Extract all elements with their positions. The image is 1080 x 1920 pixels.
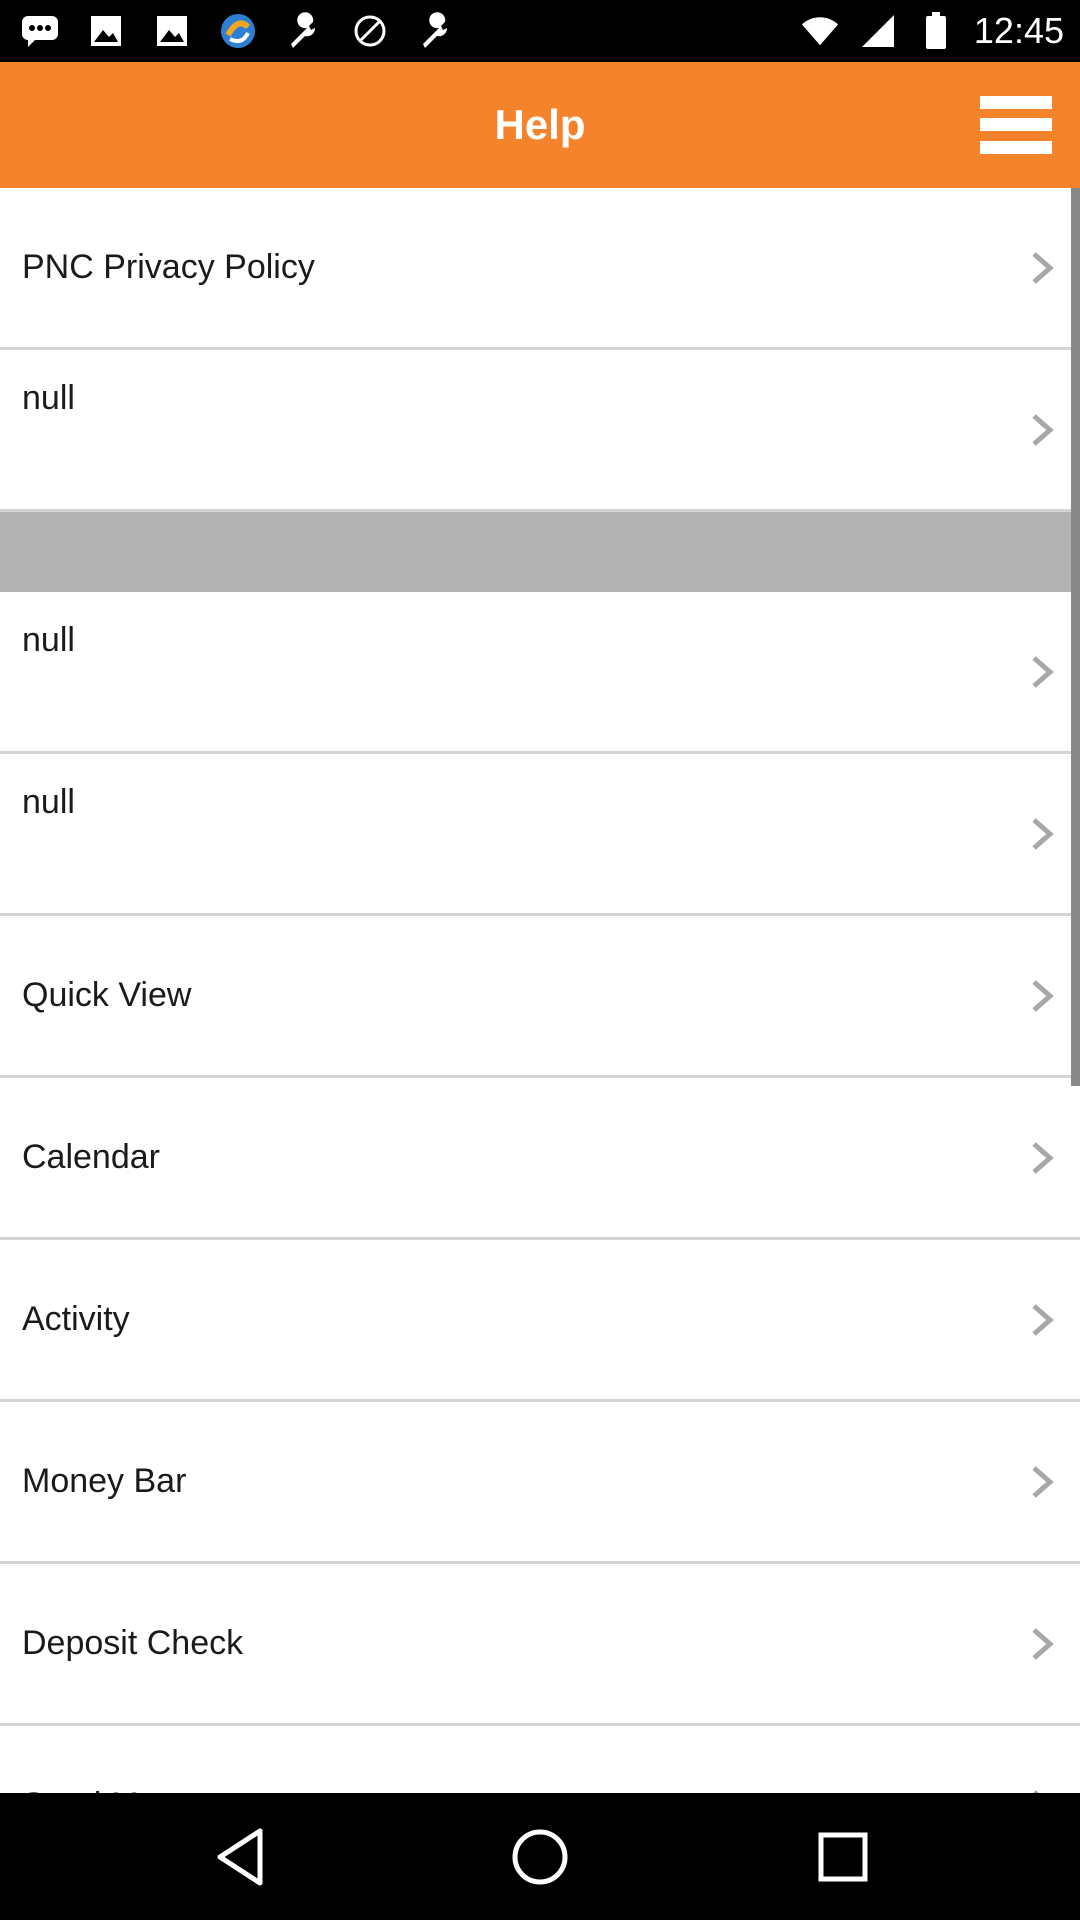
list-item-label: Quick View <box>22 976 192 1014</box>
chevron-right-icon <box>1032 251 1054 284</box>
image-icon <box>86 11 126 51</box>
wrench-icon <box>416 11 456 51</box>
list-item[interactable]: Deposit Check <box>0 1564 1080 1726</box>
sync-app-icon <box>218 11 258 51</box>
app-bar: Help <box>0 62 1080 188</box>
recents-icon[interactable] <box>807 1821 879 1893</box>
wrench-icon <box>284 11 324 51</box>
chevron-right-icon <box>1032 1627 1054 1660</box>
notification-icons <box>20 10 456 52</box>
hamburger-menu-icon[interactable] <box>980 96 1052 154</box>
list-item[interactable]: PNC Privacy Policy <box>0 188 1080 350</box>
chevron-right-icon <box>1032 1789 1040 1793</box>
list-item-label: Calendar <box>22 1138 160 1176</box>
list-item[interactable]: null <box>0 754 1080 916</box>
list-item-label: Send Money <box>22 1726 213 1793</box>
image-icon <box>152 11 192 51</box>
chevron-right-icon <box>1032 817 1054 850</box>
list-item-label: null <box>22 621 75 659</box>
back-icon[interactable] <box>206 1821 278 1893</box>
chevron-right-icon <box>1032 1465 1054 1498</box>
list-item-label: Money Bar <box>22 1462 187 1500</box>
list-item[interactable]: null <box>0 592 1080 754</box>
chevron-right-icon <box>1032 655 1054 688</box>
list-item[interactable]: Calendar <box>0 1078 1080 1240</box>
list-item-label: null <box>22 379 75 417</box>
home-icon[interactable] <box>504 1821 576 1893</box>
help-list: PNC Privacy Policy null null null Quick … <box>0 188 1080 1793</box>
chat-bubble-icon <box>20 11 60 51</box>
chevron-right-icon <box>1032 1141 1054 1174</box>
list-item[interactable]: Money Bar <box>0 1402 1080 1564</box>
signal-icon <box>858 11 898 51</box>
scrollbar[interactable] <box>1071 188 1080 1086</box>
wifi-icon <box>800 11 840 51</box>
list-item-label: PNC Privacy Policy <box>22 248 315 286</box>
chevron-right-icon <box>1032 413 1054 446</box>
list-item[interactable]: null <box>0 350 1080 512</box>
system-status: 12:45 <box>800 8 1064 54</box>
battery-icon <box>916 11 956 51</box>
status-time: 12:45 <box>973 10 1064 51</box>
list-item[interactable]: Quick View <box>0 916 1080 1078</box>
list-item-label: null <box>22 783 75 821</box>
chevron-right-icon <box>1032 979 1054 1012</box>
list-item-label: Activity <box>22 1300 130 1338</box>
chevron-right-icon <box>1032 1303 1054 1336</box>
navigation-bar <box>0 1793 1080 1920</box>
list-item[interactable]: Send Money <box>0 1726 1080 1793</box>
list-item[interactable]: Activity <box>0 1240 1080 1402</box>
page-title: Help <box>494 101 586 148</box>
status-bar: 12:45 <box>0 0 1080 62</box>
list-item-label: Deposit Check <box>22 1624 244 1662</box>
section-divider <box>0 512 1080 592</box>
cancel-circle-icon <box>350 11 390 51</box>
